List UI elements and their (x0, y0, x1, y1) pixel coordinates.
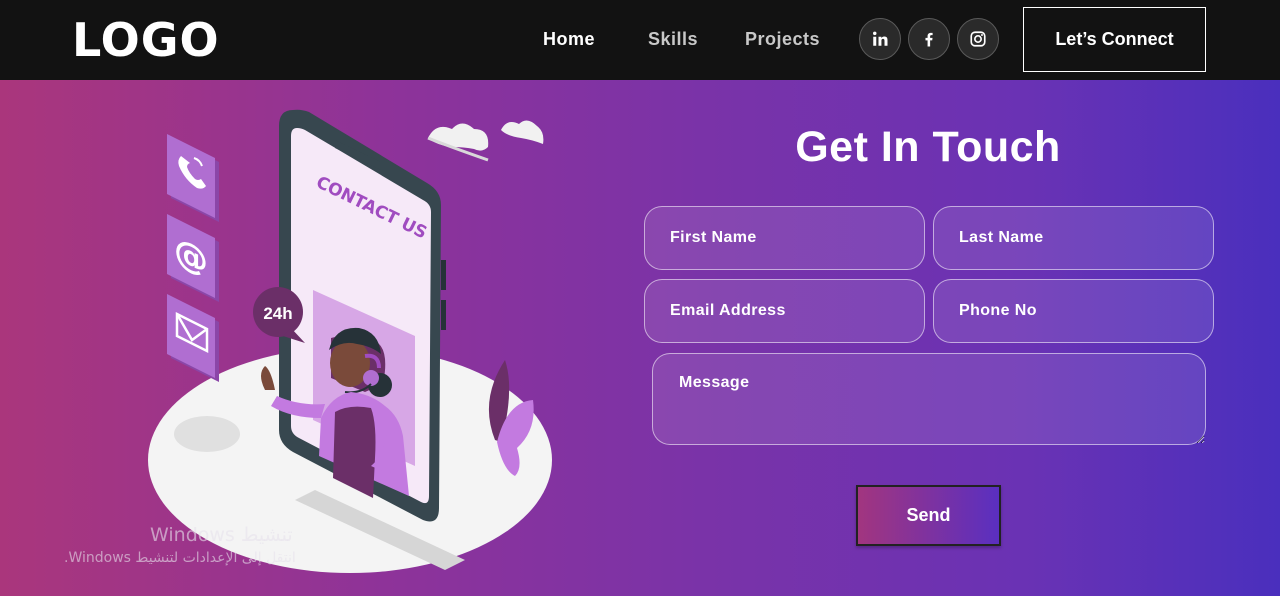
send-button[interactable]: Send (856, 485, 1001, 546)
linkedin-button[interactable] (859, 18, 901, 60)
windows-activation-subtitle: انتقل إلى الإعدادات لتنشيط Windows. (64, 550, 296, 566)
nav-link-projects[interactable]: Projects (745, 28, 820, 50)
linkedin-icon (873, 31, 888, 46)
facebook-button[interactable] (908, 18, 950, 60)
message-field[interactable] (652, 353, 1206, 445)
contact-us-illustration: @ CONTACT US 24h (148, 109, 552, 573)
phone-cube (167, 134, 219, 222)
instagram-button[interactable] (957, 18, 999, 60)
instagram-icon (970, 31, 986, 47)
contact-section: @ CONTACT US 24h Get In Touch First Name… (0, 80, 1280, 596)
nav-link-skills[interactable]: Skills (648, 28, 698, 50)
last-name-field[interactable] (933, 206, 1214, 270)
lets-connect-button[interactable]: Let’s Connect (1023, 7, 1206, 72)
logo[interactable]: LOGO (72, 14, 220, 66)
first-name-field[interactable] (644, 206, 925, 270)
mail-cube (167, 294, 219, 382)
cloud-icon (427, 123, 489, 162)
get-in-touch-title: Get In Touch (795, 123, 1061, 171)
phone-field[interactable] (933, 279, 1214, 343)
email-field[interactable] (644, 279, 925, 343)
24h-label: 24h (263, 304, 292, 323)
navbar: LOGO Home Skills Projects Let’s Connect (0, 0, 1280, 80)
cloud-icon (501, 120, 544, 144)
windows-activation-title: تنشيط Windows (150, 524, 293, 546)
base-shadow (174, 416, 240, 452)
nav-link-home[interactable]: Home (543, 28, 595, 50)
email-cube: @ (167, 214, 219, 302)
facebook-icon (925, 32, 933, 47)
